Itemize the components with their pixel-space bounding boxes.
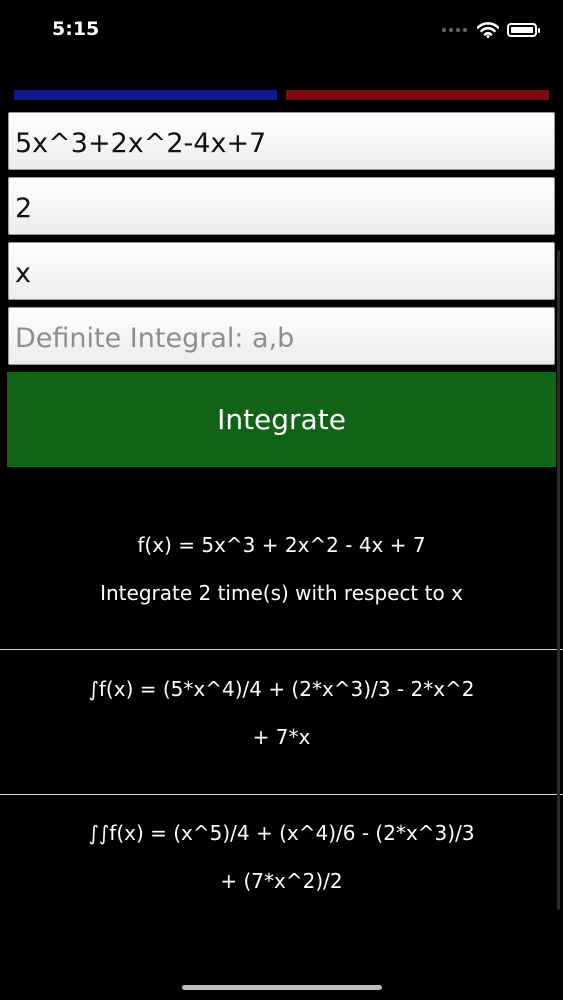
divider xyxy=(0,649,563,650)
status-bar: 5:15 xyxy=(0,0,563,60)
signal-dots-icon xyxy=(442,28,467,32)
status-icons xyxy=(442,18,540,42)
second-integral-line-1: ∫∫f(x) = (x^5)/4 + (x^4)/6 - (2*x^3)/3 xyxy=(88,821,475,845)
first-integral-line-1: ∫f(x) = (5*x^4)/4 + (2*x^3)/3 - 2*x^2 xyxy=(88,677,475,701)
divider xyxy=(0,794,563,795)
second-integral-result: ∫∫f(x) = (x^5)/4 + (x^4)/6 - (2*x^3)/3 +… xyxy=(0,809,563,905)
first-integral-line-2: + 7*x xyxy=(252,725,311,749)
home-indicator[interactable] xyxy=(182,985,382,990)
function-summary: f(x) = 5x^3 + 2x^2 - 4x + 7 Integrate 2 … xyxy=(0,521,563,617)
function-input[interactable] xyxy=(8,112,555,170)
accent-bar-red xyxy=(286,90,549,100)
status-time: 5:15 xyxy=(52,18,100,40)
integrate-button[interactable]: Integrate xyxy=(7,372,556,467)
function-line: f(x) = 5x^3 + 2x^2 - 4x + 7 xyxy=(137,533,426,557)
accent-bar-blue xyxy=(14,90,277,100)
wifi-icon xyxy=(477,22,499,38)
description-line: Integrate 2 time(s) with respect to x xyxy=(100,581,463,605)
variable-input[interactable] xyxy=(8,242,555,300)
definite-integral-input[interactable] xyxy=(8,307,555,365)
scrollbar[interactable] xyxy=(557,250,560,910)
second-integral-line-2: + (7*x^2)/2 xyxy=(220,869,343,893)
first-integral-result: ∫f(x) = (5*x^4)/4 + (2*x^3)/3 - 2*x^2 + … xyxy=(0,665,563,761)
times-input[interactable] xyxy=(8,177,555,235)
battery-icon xyxy=(507,23,540,37)
